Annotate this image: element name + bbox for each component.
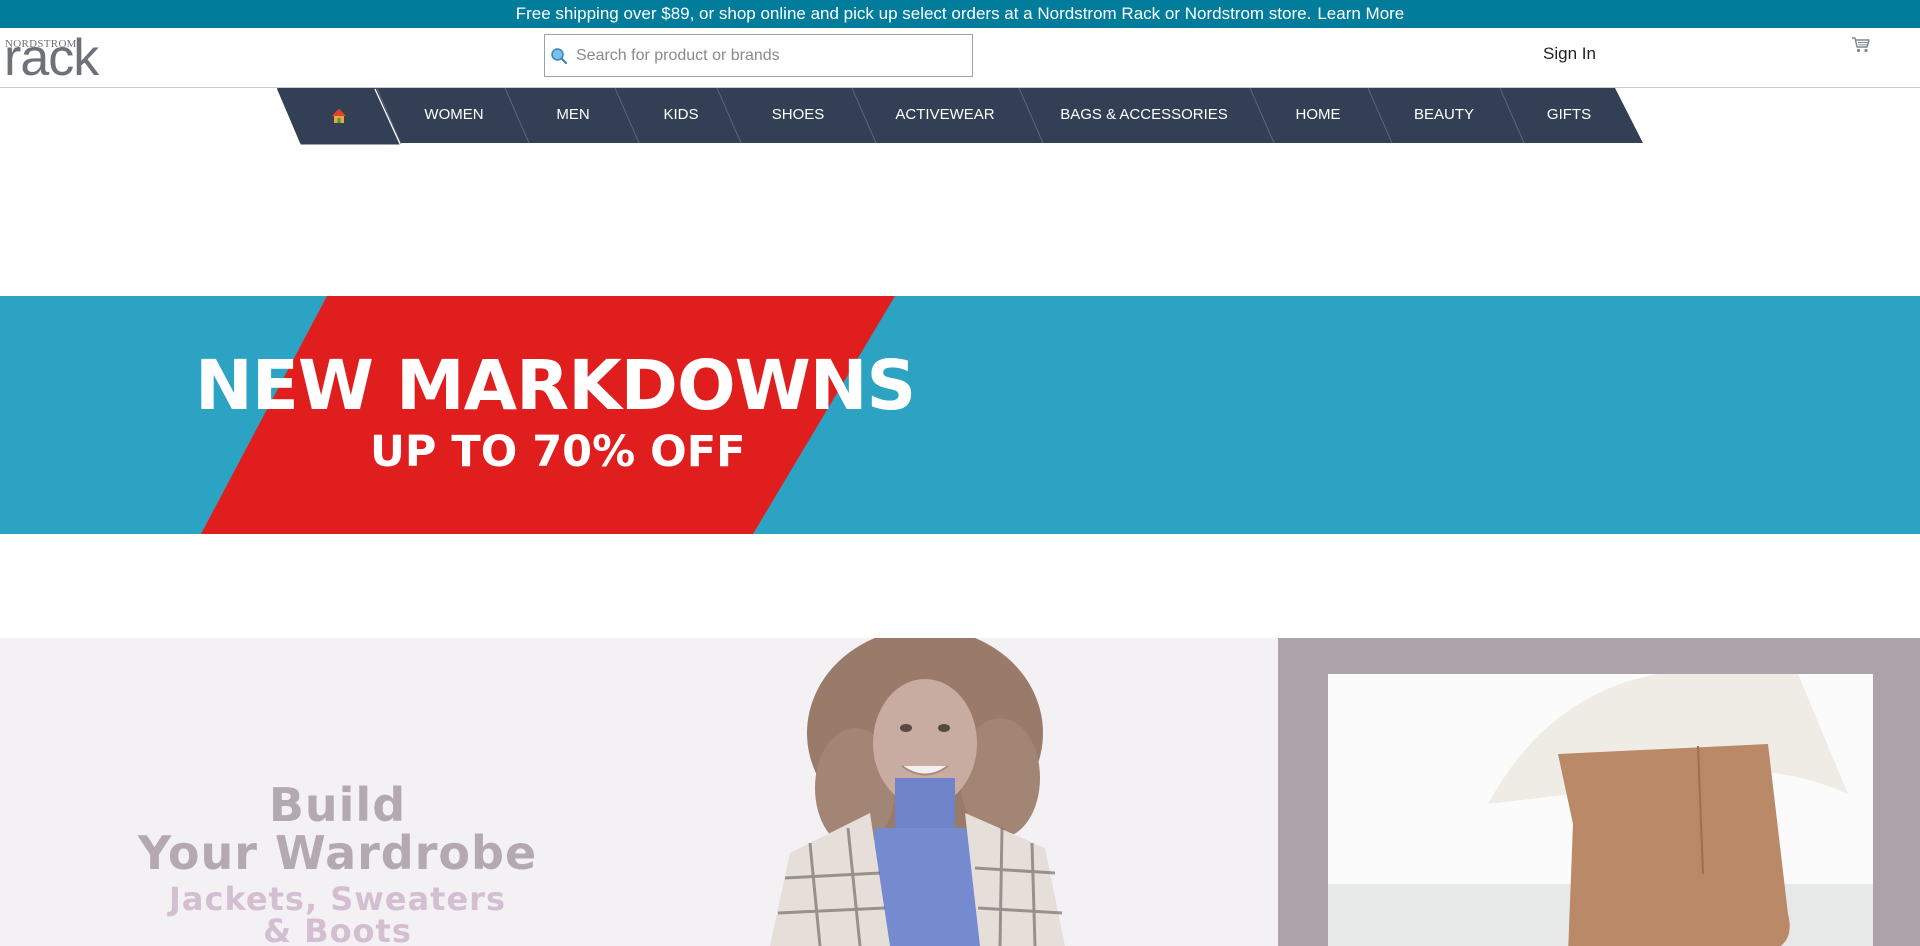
search-icon <box>551 47 568 64</box>
nav-item-kids[interactable]: KIDS <box>663 106 698 123</box>
sign-in-link[interactable]: Sign In <box>1543 44 1596 64</box>
main-nav: WOMEN MEN KIDS SHOES ACTIVEWEAR BAGS & A… <box>0 88 1920 147</box>
banner-subtitle: UP TO 70% OFF <box>370 427 746 477</box>
learn-more-link[interactable]: Learn More <box>1317 4 1404 24</box>
logo-big-text: rack <box>4 29 99 87</box>
nav-item-activewear[interactable]: ACTIVEWEAR <box>895 106 994 123</box>
nav-item-gifts[interactable]: GIFTS <box>1547 106 1591 123</box>
nav-item-women[interactable]: WOMEN <box>424 106 483 123</box>
boots-promo-card[interactable] <box>1278 638 1920 946</box>
search-box[interactable] <box>544 34 973 77</box>
nav-item-bags-accessories[interactable]: BAGS & ACCESSORIES <box>1060 106 1228 123</box>
hero-title-line1: Build <box>268 778 407 832</box>
markdowns-banner[interactable]: NEW MARKDOWNS UP TO 70% OFF <box>0 296 1920 534</box>
boots-photo-frame <box>1328 674 1873 946</box>
wardrobe-hero[interactable]: Build Your Wardrobe Jackets, Sweaters & … <box>0 638 1278 946</box>
home-icon[interactable] <box>331 108 347 124</box>
promo-text: Free shipping over $89, or shop online a… <box>515 4 1312 23</box>
nordstrom-rack-logo[interactable]: NORDSTROM rack <box>4 32 104 84</box>
hero-subtitle-line2: & Boots <box>263 912 412 946</box>
nav-item-shoes[interactable]: SHOES <box>772 106 825 123</box>
boot-photo <box>1328 674 1873 946</box>
search-input[interactable] <box>576 46 956 65</box>
shopping-cart-icon[interactable] <box>1851 36 1871 54</box>
banner-title: NEW MARKDOWNS <box>195 346 916 426</box>
model-photo <box>770 638 1065 946</box>
site-header: NORDSTROM rack Sign In <box>0 28 1920 88</box>
hero-title-line2: Your Wardrobe <box>137 826 538 880</box>
nav-item-beauty[interactable]: BEAUTY <box>1414 106 1474 123</box>
nav-item-men[interactable]: MEN <box>556 106 589 123</box>
nav-item-home[interactable]: HOME <box>1296 106 1341 123</box>
promo-bar: Free shipping over $89, or shop online a… <box>0 0 1920 28</box>
